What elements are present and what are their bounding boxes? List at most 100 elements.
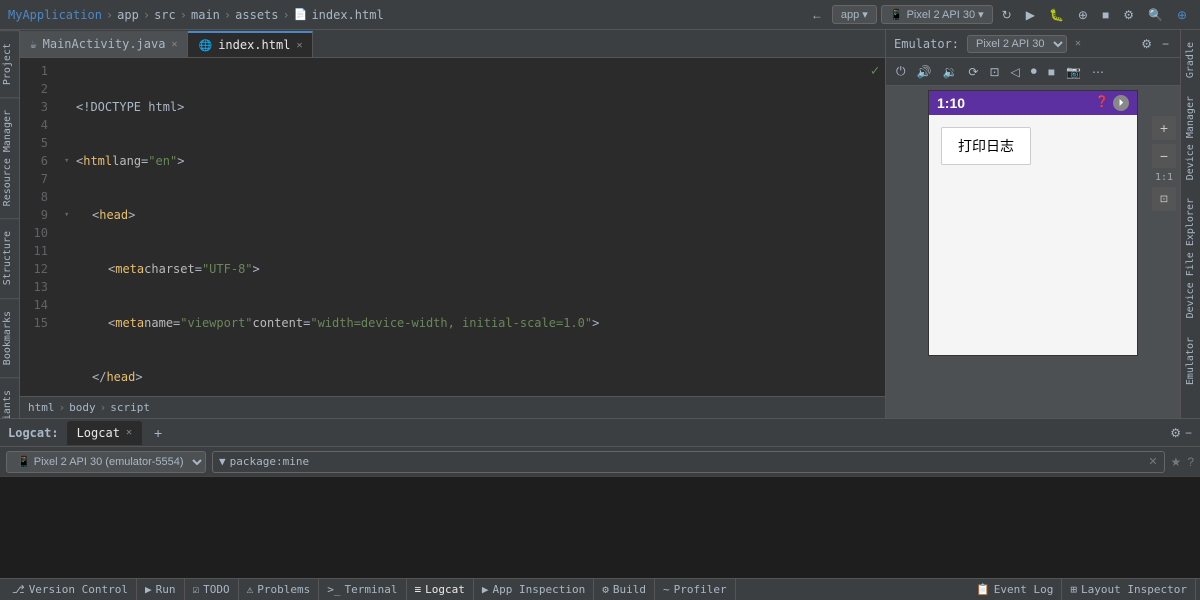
debug-button[interactable]: 🐛 [1044,6,1069,24]
logcat-tab-logcat[interactable]: Logcat ✕ [67,421,142,445]
breadcrumb: MyApplication › app › src › main › asset… [8,8,384,22]
fold-btn[interactable] [64,98,76,116]
fit-screen-button[interactable]: ⊡ [1152,187,1176,211]
breadcrumb-item[interactable]: MyApplication [8,8,102,22]
fold-btn[interactable]: ▾ [64,206,76,224]
tab-indexhtml[interactable]: 🌐 index.html ✕ [188,31,313,57]
sync-button[interactable]: ↻ [997,6,1017,24]
status-logcat[interactable]: ≡ Logcat [407,579,474,600]
tab-close-button[interactable]: ✕ [296,40,302,51]
stop-button[interactable]: ■ [1044,63,1059,81]
back-nav-button[interactable]: ◁ [1007,63,1024,81]
code-line-3: ▾<head> [64,206,857,224]
breadcrumb-html[interactable]: html [28,401,55,414]
breadcrumb-item[interactable]: index.html [311,8,383,22]
logcat-device-select[interactable]: 📱 Pixel 2 API 30 (emulator-5554) Android… [6,451,206,473]
status-problems[interactable]: ⚠ Problems [239,579,320,600]
logcat-minimize-button[interactable]: − [1185,426,1192,440]
add-button[interactable]: ⊕ [1172,6,1192,24]
fold-btn[interactable] [64,314,76,332]
attach-button[interactable]: ⊕ [1073,6,1093,24]
status-profiler[interactable]: ~ Profiler [655,579,736,600]
status-version-control[interactable]: ⎇ Version Control [4,579,137,600]
code-line-2: ▾<html lang="en"> [64,152,857,170]
screen-time: 1:10 [937,95,965,111]
right-sidebar: Gradle Device Manager Device File Explor… [1180,30,1200,418]
logcat-content[interactable] [0,477,1200,578]
line-numbers: 12345 678910 1112131415 [20,58,56,396]
emulator-close-tab[interactable]: ✕ [1075,38,1081,49]
zoom-out-button[interactable]: − [1152,144,1176,168]
breadcrumb-item[interactable]: src [154,8,176,22]
sidebar-item-emulator[interactable]: Emulator [1183,329,1198,393]
breadcrumb-sep: › [224,8,231,22]
logcat-tab-label: Logcat [77,426,120,440]
sep: › [100,401,107,414]
main-area: Project Resource Manager Structure Bookm… [0,30,1200,418]
run-icon: ▶ [145,583,152,596]
logcat-settings-button[interactable]: ⚙ [1170,426,1181,440]
emulator-title: Emulator: [894,37,959,51]
sidebar-item-structure[interactable]: Structure [0,218,19,297]
fold-button[interactable]: ⊡ [985,63,1003,81]
power-button[interactable]: ⏻ [892,62,910,81]
status-app-inspection[interactable]: ▶ App Inspection [474,579,594,600]
emulator-settings-button[interactable]: ⚙ [1138,36,1155,52]
gutter-check: ✓ [871,63,879,79]
filter-bookmark-button[interactable]: ★ [1171,455,1182,469]
fold-btn[interactable]: ▾ [64,152,76,170]
fold-btn[interactable] [64,260,76,278]
version-control-label: Version Control [29,583,128,596]
sidebar-item-project[interactable]: Project [0,30,19,97]
logcat-status-icon: ≡ [415,583,422,596]
run-config-select[interactable]: app ▾ [832,5,877,24]
status-terminal[interactable]: >_ Terminal [319,579,406,600]
sidebar-item-device-file-explorer[interactable]: Device File Explorer [1183,190,1198,326]
fold-btn[interactable] [64,368,76,386]
emulator-header-actions: ⚙ − [1138,36,1172,52]
status-layout-inspector[interactable]: ⊞ Layout Inspector [1062,579,1196,600]
record-button[interactable]: ⏺ [1027,62,1041,81]
breadcrumb-item[interactable]: app [117,8,139,22]
more-button[interactable]: ⋯ [1088,63,1108,81]
logcat-tab-close[interactable]: ✕ [126,427,132,438]
java-icon: ☕ [30,38,37,51]
rotate-button[interactable]: ⟳ [964,63,982,81]
breadcrumb-item[interactable]: assets [235,8,278,22]
sidebar-item-bookmarks[interactable]: Bookmarks [0,298,19,377]
screenshot-button[interactable]: 📷 [1062,63,1085,81]
logcat-add-tab-button[interactable]: + [150,425,166,441]
emulator-device-select[interactable]: Pixel 2 API 30 [967,35,1067,53]
breadcrumb-body[interactable]: body [69,401,96,414]
status-build[interactable]: ⚙ Build [594,579,655,600]
code-editor[interactable]: 12345 678910 1112131415 <!DOCTYPE html> … [20,58,885,396]
back-button[interactable]: ← [806,6,828,24]
search-button[interactable]: 🔍 [1143,6,1168,24]
filter-clear-button[interactable]: ✕ [1148,455,1157,468]
status-event-log[interactable]: 📋 Event Log [968,579,1062,600]
emulator-minimize-button[interactable]: − [1159,36,1172,52]
stop-button[interactable]: ■ [1097,6,1114,24]
filter-help-button[interactable]: ? [1187,455,1194,469]
tab-close-button[interactable]: ✕ [171,39,177,50]
breadcrumb-item[interactable]: main [191,8,220,22]
battery-icon: ⏵ [1113,95,1129,111]
run-button[interactable]: ▶ [1021,6,1040,24]
volume-up-button[interactable]: 🔊 [913,63,936,81]
zoom-in-button[interactable]: + [1152,116,1176,140]
device-select[interactable]: 📱 Pixel 2 API 30 ▾ [881,5,993,24]
tab-mainactivity[interactable]: ☕ MainActivity.java ✕ [20,31,188,57]
problems-label: Problems [257,583,310,596]
status-run[interactable]: ▶ Run [137,579,185,600]
volume-down-button[interactable]: 🔉 [938,63,961,81]
sidebar-item-device-manager[interactable]: Device Manager [1183,88,1198,188]
sidebar-item-resource-manager[interactable]: Resource Manager [0,97,19,218]
gradle-sync[interactable]: ⚙ [1118,6,1139,24]
status-todo[interactable]: ☑ TODO [185,579,239,600]
tab-label: index.html [218,38,290,52]
logcat-tabs-bar: Logcat: Logcat ✕ + ⚙ − [0,419,1200,447]
sidebar-item-build-variants[interactable]: Build Variants [0,377,19,418]
sidebar-item-gradle[interactable]: Gradle [1183,34,1198,86]
code-line-1: <!DOCTYPE html> [64,98,857,116]
breadcrumb-script[interactable]: script [110,401,150,414]
